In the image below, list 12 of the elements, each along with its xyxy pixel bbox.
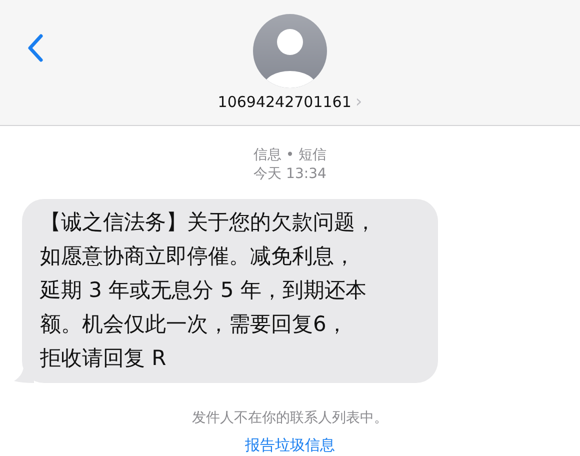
avatar-icon[interactable] (253, 14, 327, 88)
contact-number[interactable]: 10694242701161 (218, 93, 352, 111)
message-line: 拒收请回复 R (40, 345, 166, 372)
message-line: 额。机会仅此一次，需要回复6， (40, 311, 348, 338)
message-service-label: 信息 • 短信 (253, 146, 327, 165)
message-timestamp: 今天 13:34 (254, 165, 326, 184)
back-icon[interactable] (26, 33, 44, 63)
message-line: 如愿意协商立即停催。减免利息， (40, 243, 355, 270)
message-line: 【诚之信法务】关于您的欠款问题， (40, 209, 376, 236)
report-junk-link[interactable]: 报告垃圾信息 (245, 436, 335, 455)
message-line: 延期 3 年或无息分 5 年，到期还本 (40, 277, 366, 304)
unknown-sender-notice: 发件人不在你的联系人列表中。 (192, 409, 388, 427)
